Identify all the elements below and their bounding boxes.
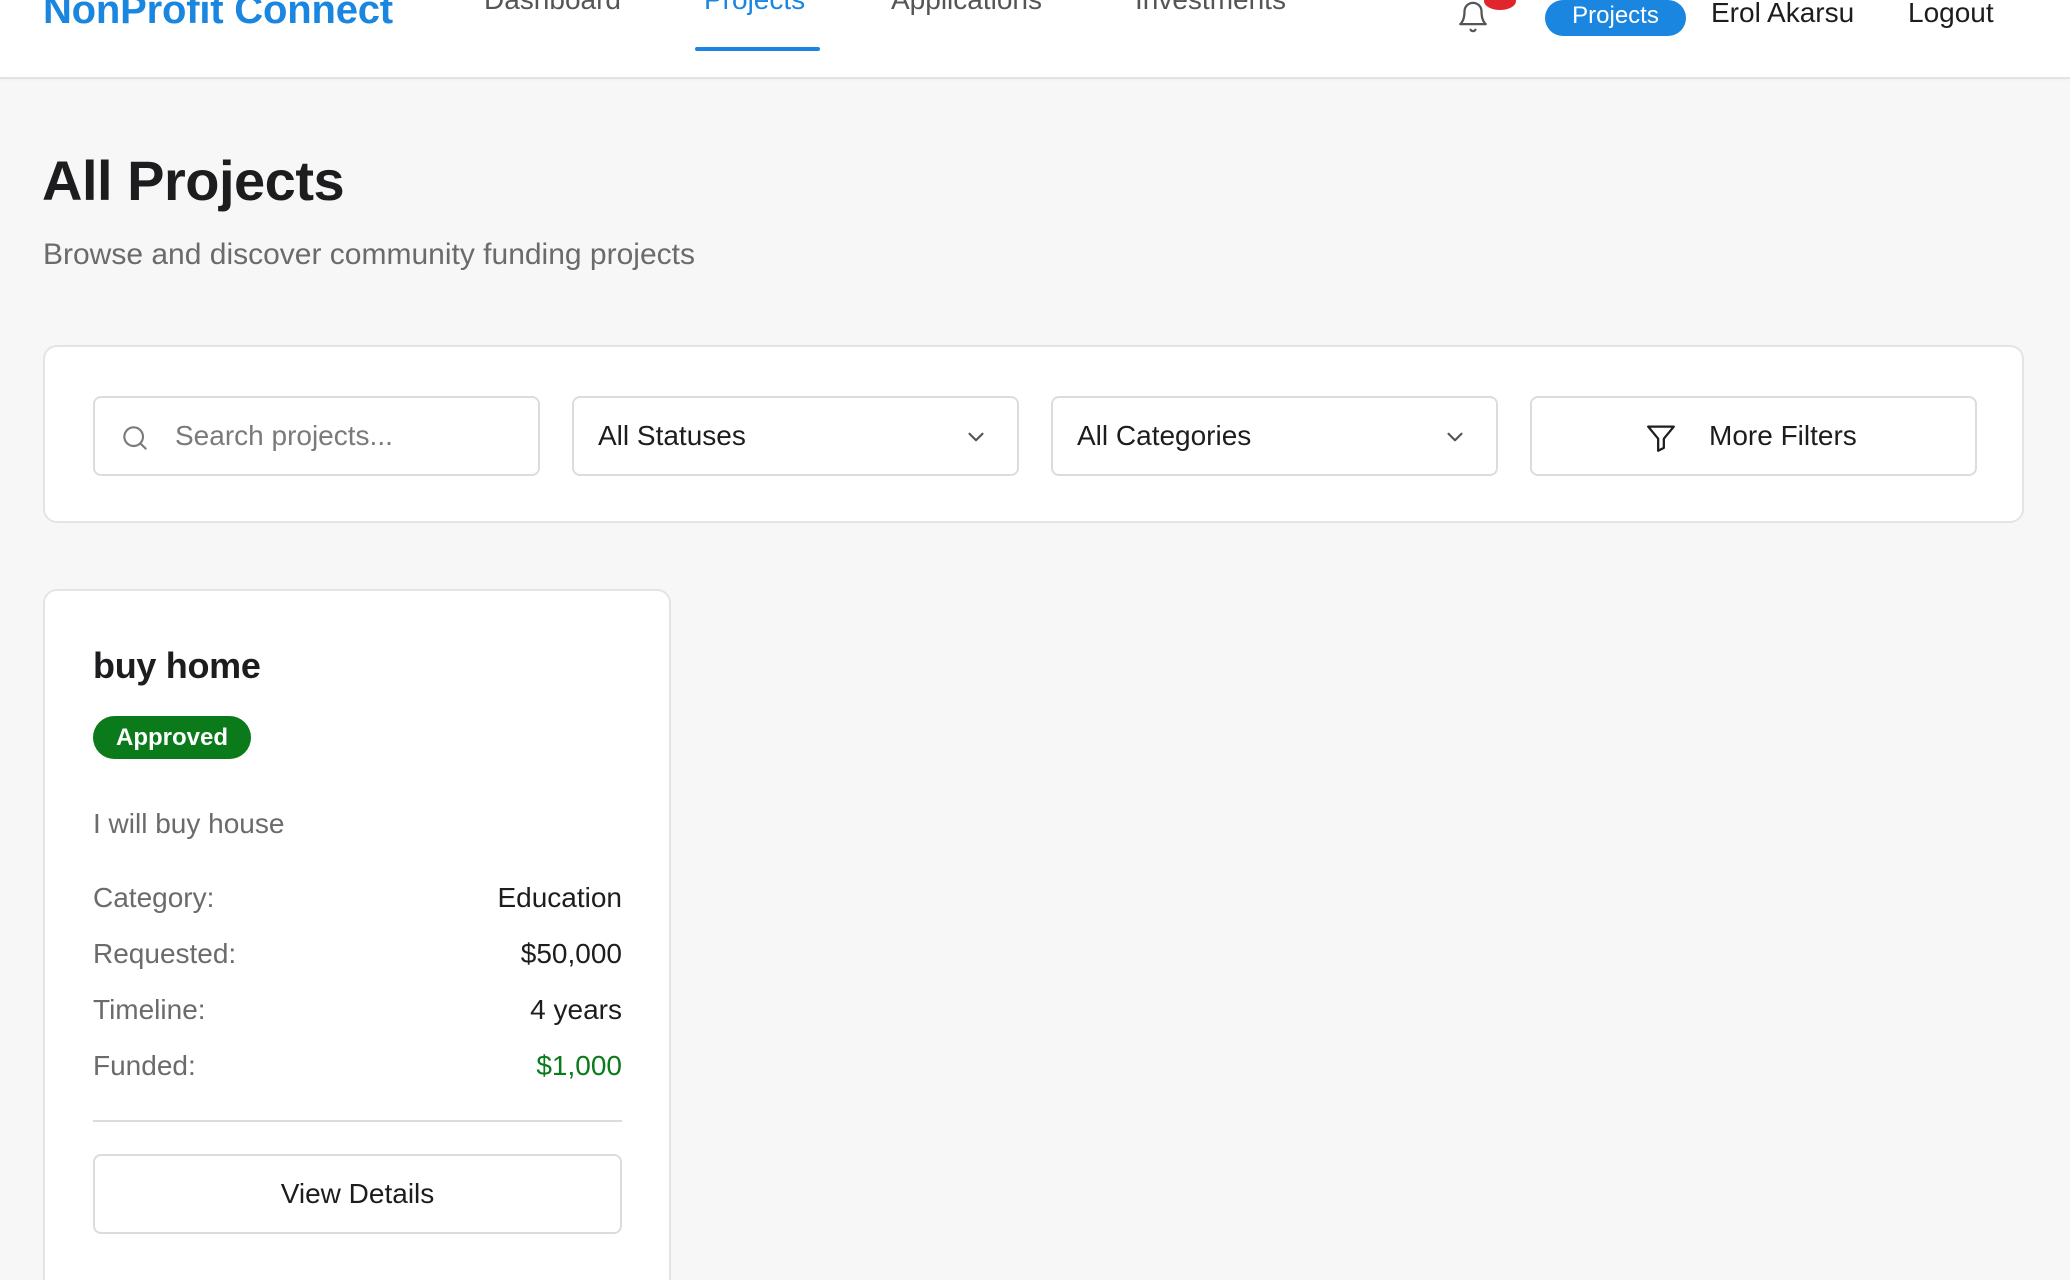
category-select[interactable]: All Categories <box>1051 396 1498 476</box>
nav-dashboard[interactable]: Dashboard <box>484 0 621 16</box>
filter-panel: Search projects... All Statuses All Cate… <box>43 345 2024 523</box>
detail-label: Funded: <box>93 1050 196 1081</box>
search-input[interactable]: Search projects... <box>93 396 540 476</box>
detail-label: Requested: <box>93 938 237 969</box>
status-select-value: All Statuses <box>598 420 746 451</box>
top-navigation-bar: NonProfit Connect Dashboard Projects App… <box>0 0 2070 79</box>
category-select-value: All Categories <box>1077 420 1252 451</box>
status-badge: Approved <box>93 716 251 759</box>
detail-value: Education <box>497 882 622 913</box>
page-subtitle: Browse and discover community funding pr… <box>43 238 695 271</box>
detail-row-timeline: Timeline: 4 years <box>93 994 622 1034</box>
search-placeholder: Search projects... <box>175 420 393 451</box>
page-title: All Projects <box>42 149 345 212</box>
more-filters-label: More Filters <box>1709 420 1857 451</box>
detail-row-requested: Requested: $50,000 <box>93 938 622 978</box>
nav-projects[interactable]: Projects <box>704 0 805 16</box>
nav-applications[interactable]: Applications <box>891 0 1042 16</box>
detail-label: Category: <box>93 882 215 913</box>
filter-icon <box>1644 421 1678 455</box>
detail-value: $1,000 <box>536 1050 622 1081</box>
chevron-down-icon <box>963 424 989 450</box>
nav-investments[interactable]: Investments <box>1135 0 1286 16</box>
detail-value: $50,000 <box>520 938 622 969</box>
detail-value: 4 years <box>530 994 622 1025</box>
logout-button[interactable]: Logout <box>1908 0 1994 29</box>
card-divider <box>93 1120 622 1122</box>
project-title: buy home <box>93 645 261 686</box>
user-name[interactable]: Erol Akarsu <box>1711 0 1854 29</box>
detail-label: Timeline: <box>93 994 206 1025</box>
project-description: I will buy house <box>93 808 285 839</box>
view-details-button[interactable]: View Details <box>93 1154 622 1234</box>
status-select[interactable]: All Statuses <box>572 396 1019 476</box>
active-tab-indicator <box>695 47 820 51</box>
detail-row-category: Category: Education <box>93 882 622 922</box>
role-badge: Projects <box>1545 0 1686 36</box>
detail-row-funded: Funded: $1,000 <box>93 1050 622 1090</box>
brand-logo[interactable]: NonProfit Connect <box>43 0 393 33</box>
chevron-down-icon <box>1442 424 1468 450</box>
project-card: buy home Approved I will buy house Categ… <box>43 589 671 1280</box>
more-filters-button[interactable]: More Filters <box>1530 396 1977 476</box>
search-icon <box>119 422 151 454</box>
